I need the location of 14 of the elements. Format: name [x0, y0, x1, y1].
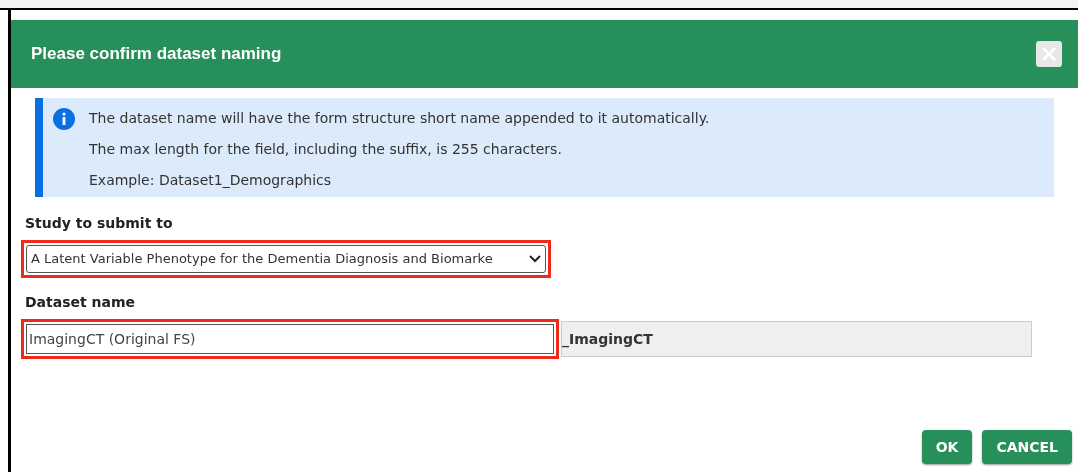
info-text: Example: Dataset1_Demographics [89, 171, 333, 190]
info-text: The dataset name will have the form structure short name appended to it automatically. [89, 109, 710, 128]
dialog-title: Please confirm dataset naming [31, 43, 282, 66]
close-button[interactable] [1036, 41, 1062, 67]
info-icon [53, 108, 75, 130]
suffix-field: _ImagingCT [561, 321, 1032, 357]
dataset-name-field[interactable]: ImagingCT (Original FS) [26, 324, 554, 354]
dialog-button[interactable]: OK [921, 430, 973, 464]
study-label: Study to submit to [25, 214, 174, 233]
dialog-button[interactable]: CANCEL [982, 430, 1072, 464]
study-select[interactable]: A Latent Variable Phenotype for the Dementia Diagnosis and Biomarke [26, 245, 546, 273]
chevron-icon [529, 255, 541, 263]
dataset-label: Dataset name [25, 293, 137, 312]
info-text: The max length for the field, including the suffix, is 255 characters. [89, 140, 563, 159]
